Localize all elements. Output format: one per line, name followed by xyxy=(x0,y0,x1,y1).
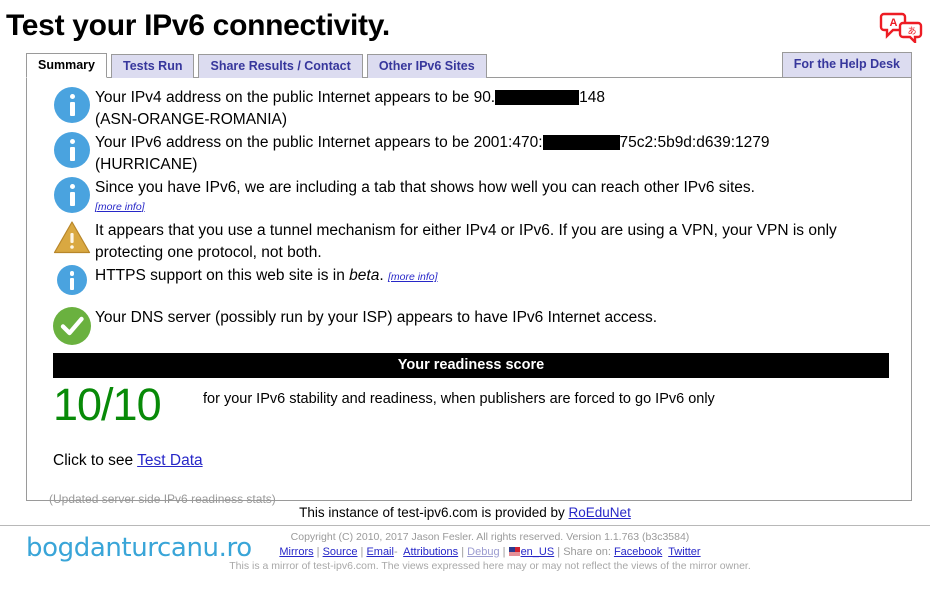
provided-by-line: This instance of test-ipv6.com is provid… xyxy=(0,505,930,526)
tab-other-ipv6-sites[interactable]: Other IPv6 Sites xyxy=(366,54,487,78)
tab-for-the-help-desk[interactable]: For the Help Desk xyxy=(781,52,912,77)
result-row-ipv4: Your IPv4 address on the public Internet… xyxy=(27,85,911,130)
flag-icon xyxy=(508,546,520,556)
brand-logo: bogdanturcanu.ro xyxy=(26,533,252,563)
result-row-ipv6-tab-note: Since you have IPv6, we are including a … xyxy=(27,175,911,218)
readiness-score-bar: Your readiness score xyxy=(53,353,889,378)
ipv6-text-after: 75c2:5b9d:d639:1279 xyxy=(619,134,770,151)
footer-link-email[interactable]: Email xyxy=(366,546,394,558)
footer-link-debug[interactable]: Debug xyxy=(467,546,499,558)
info-icon xyxy=(49,130,95,172)
footer-link-facebook[interactable]: Facebook xyxy=(614,546,662,558)
redaction-bar-ipv4 xyxy=(495,90,580,105)
footer-link-twitter[interactable]: Twitter xyxy=(668,546,700,558)
test-data-prefix: Click to see xyxy=(53,452,138,469)
ipv6-text-before: Your IPv6 address on the public Internet… xyxy=(95,134,543,151)
ipv6-tab-note-text: Since you have IPv6, we are including a … xyxy=(95,179,755,196)
ipv4-asn: (ASN-ORANGE-ROMANIA) xyxy=(95,110,288,128)
footer: bogdanturcanu.ro Copyright (C) 2010, 201… xyxy=(0,531,930,591)
svg-text:あ: あ xyxy=(907,26,916,37)
footer-link-mirrors[interactable]: Mirrors xyxy=(279,546,313,558)
result-row-https-beta: HTTPS support on this web site is in bet… xyxy=(27,263,911,305)
result-text-ipv4: Your IPv4 address on the public Internet… xyxy=(95,85,605,130)
result-text-ipv6-tab-note: Since you have IPv6, we are including a … xyxy=(95,175,755,218)
ipv4-text-after: 148 xyxy=(579,89,605,106)
result-row-ipv6: Your IPv6 address on the public Internet… xyxy=(27,130,911,175)
results-panel: Your IPv4 address on the public Internet… xyxy=(26,78,912,506)
page-title: Test your IPv6 connectivity. xyxy=(6,9,390,42)
result-text-tunnel-warning: It appears that you use a tunnel mechani… xyxy=(95,222,837,261)
https-text-before: HTTPS support on this web site is in xyxy=(95,267,350,284)
readiness-score-section: 10/10 for your IPv6 stability and readin… xyxy=(27,380,911,430)
info-icon xyxy=(49,263,95,305)
ipv4-text-before: Your IPv4 address on the public Internet… xyxy=(95,89,496,106)
translate-icon[interactable]: A あ xyxy=(878,11,924,45)
https-text-after: . xyxy=(379,267,384,284)
tab-summary[interactable]: Summary xyxy=(26,53,107,78)
ipv6-asn: (HURRICANE) xyxy=(95,155,198,173)
footer-share-label: Share on: xyxy=(563,546,611,558)
footer-link-attributions[interactable]: Attributions xyxy=(403,546,458,558)
footer-link-source[interactable]: Source xyxy=(323,546,358,558)
provided-by-text: This instance of test-ipv6.com is provid… xyxy=(299,505,569,520)
tab-share-results-contact[interactable]: Share Results / Contact xyxy=(198,54,363,78)
tab-bar: Summary Tests Run Share Results / Contac… xyxy=(26,51,912,78)
tab-tests-run[interactable]: Tests Run xyxy=(110,54,195,78)
more-info-link-ipv6-tab[interactable]: [more info] xyxy=(95,197,755,219)
result-text-dns: Your DNS server (possibly run by your IS… xyxy=(95,309,657,326)
https-emphasis: beta xyxy=(349,267,380,284)
test-data-link[interactable]: Test Data xyxy=(137,452,202,469)
results-list: Your IPv4 address on the public Internet… xyxy=(27,78,911,347)
test-data-line: Click to see Test Data xyxy=(27,452,911,470)
readiness-score-caption: for your IPv6 stability and readiness, w… xyxy=(203,391,715,407)
info-icon xyxy=(49,175,95,217)
updated-stats-note: (Updated server side IPv6 readiness stat… xyxy=(49,492,276,506)
warning-icon xyxy=(49,218,95,260)
readiness-score-value: 10/10 xyxy=(53,379,162,430)
more-info-link-https[interactable]: [more info] xyxy=(388,271,438,283)
svg-text:A: A xyxy=(890,17,898,29)
check-icon xyxy=(49,305,95,347)
result-text-https-beta: HTTPS support on this web site is in bet… xyxy=(95,263,438,289)
provided-by-link[interactable]: RoEduNet xyxy=(569,505,631,520)
footer-link-locale[interactable]: en_US xyxy=(521,546,555,558)
info-icon xyxy=(49,85,95,127)
result-row-tunnel-warning: It appears that you use a tunnel mechani… xyxy=(27,218,911,263)
result-row-dns: Your DNS server (possibly run by your IS… xyxy=(27,305,911,347)
redaction-bar-ipv6 xyxy=(542,135,620,150)
result-text-ipv6: Your IPv6 address on the public Internet… xyxy=(95,130,770,175)
